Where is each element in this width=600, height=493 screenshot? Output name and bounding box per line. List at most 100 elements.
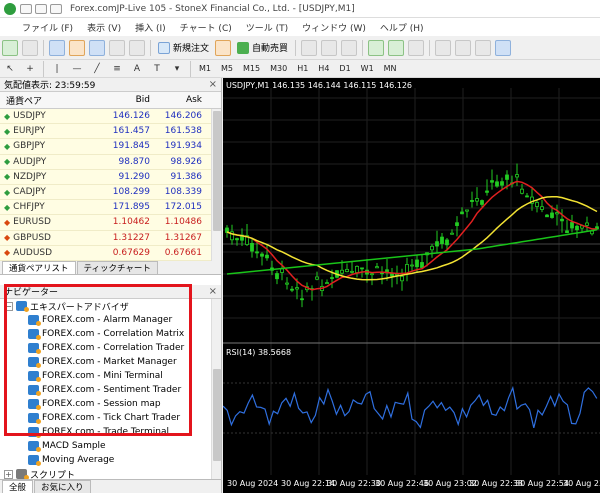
expert-item[interactable]: FOREX.com - Alarm Manager [0, 313, 221, 327]
data-window-icon[interactable] [69, 39, 85, 56]
metaeditor-icon[interactable] [215, 39, 232, 56]
candle-body [260, 253, 264, 257]
zoom-out-icon[interactable] [388, 39, 405, 56]
symbol-row[interactable]: ◆ CHFJPY 171.895 172.015 [0, 200, 221, 216]
zoom-in-icon[interactable] [368, 39, 385, 56]
expand-icon[interactable]: + [4, 469, 13, 479]
timeframe-m1[interactable]: M1 [194, 64, 216, 73]
expert-item[interactable]: FOREX.com - Trade Terminal [0, 425, 221, 439]
expert-item[interactable]: FOREX.com - Session map [0, 397, 221, 411]
market-watch-icon[interactable] [49, 39, 65, 56]
timeframe-h4[interactable]: H4 [313, 64, 334, 73]
quick-save-icon[interactable] [20, 3, 32, 14]
menu-view[interactable]: 表示 (V) [87, 21, 121, 34]
arrows-icon[interactable]: ▾ [169, 61, 185, 77]
expert-item[interactable]: FOREX.com - Tick Chart Trader [0, 411, 221, 425]
menu-help[interactable]: ヘルプ (H) [380, 21, 424, 34]
label-icon[interactable]: T [149, 61, 165, 77]
quick-undo-icon[interactable] [35, 3, 47, 14]
tree-group-scripts[interactable]: + スクリプト [0, 467, 221, 479]
symbol-row[interactable]: ◆ AUDUSD 0.67629 0.67661 [0, 245, 221, 261]
tile-windows-icon[interactable] [408, 39, 425, 56]
candle-body [295, 287, 299, 290]
scrollbar-thumb[interactable] [213, 111, 221, 231]
navigator-scrollbar[interactable] [211, 299, 221, 479]
profiles-icon[interactable] [22, 39, 38, 56]
market-watch-columns: 通貨ペア Bid Ask [0, 92, 221, 109]
expert-item[interactable]: FOREX.com - Correlation Trader [0, 341, 221, 355]
expert-item[interactable]: FOREX.com - Sentiment Trader [0, 383, 221, 397]
new-chart-icon[interactable] [2, 39, 18, 56]
collapse-icon[interactable]: − [4, 301, 13, 311]
timeframe-m5[interactable]: M5 [216, 64, 238, 73]
timeframe-m15[interactable]: M15 [238, 64, 265, 73]
indicators-icon[interactable] [475, 39, 492, 56]
expert-label: FOREX.com - Tick Chart Trader [42, 413, 181, 423]
chart-window[interactable]: USDJPY,M1 146.135 146.144 146.115 146.12… [223, 78, 600, 493]
menu-chart[interactable]: チャート (C) [180, 21, 232, 34]
symbol-row[interactable]: ◆ EURUSD 1.10462 1.10486 [0, 215, 221, 231]
new-order-label: 新規注文 [173, 44, 210, 54]
timeframe-m30[interactable]: M30 [265, 64, 292, 73]
timeframe-d1[interactable]: D1 [334, 64, 355, 73]
expert-item[interactable]: MACD Sample [0, 439, 221, 453]
timeframe-h1[interactable]: H1 [292, 64, 313, 73]
symbol-row[interactable]: ◆ EURJPY 161.457 161.538 [0, 124, 221, 140]
symbol-row[interactable]: ◆ GBPUSD 1.31227 1.31267 [0, 230, 221, 246]
time-label: 30 Aug 22:54 [515, 479, 569, 488]
navigator-icon[interactable] [89, 39, 105, 56]
quick-redo-icon[interactable] [50, 3, 62, 14]
tab-favorites[interactable]: お気に入り [34, 480, 91, 493]
horizontal-line-icon[interactable]: — [69, 61, 85, 77]
menu-insert[interactable]: 挿入 (I) [135, 21, 166, 34]
market-watch-scrollbar[interactable] [211, 109, 221, 261]
menu-tools[interactable]: ツール (T) [246, 21, 288, 34]
symbol-row[interactable]: ◆ CADJPY 108.299 108.339 [0, 184, 221, 201]
crosshair-icon[interactable]: + [22, 61, 38, 77]
menu-file[interactable]: ファイル (F) [22, 21, 73, 34]
cursor-icon[interactable]: ↖ [2, 61, 18, 77]
trendline-icon[interactable]: ╱ [89, 61, 105, 77]
line-chart-icon[interactable] [341, 39, 358, 56]
column-symbol[interactable]: 通貨ペア [0, 94, 100, 107]
tree-group-experts[interactable]: − エキスパートアドバイザ [0, 299, 221, 313]
close-icon[interactable]: × [209, 286, 217, 297]
channel-icon[interactable]: ≡ [109, 61, 125, 77]
symbol-row[interactable]: ◆ AUDJPY 98.870 98.926 [0, 154, 221, 170]
close-icon[interactable]: × [209, 79, 217, 90]
auto-trading-button[interactable]: 自動売買 [233, 41, 292, 54]
expert-item[interactable]: FOREX.com - Mini Terminal [0, 369, 221, 383]
scrollbar-thumb[interactable] [213, 369, 221, 461]
timeframe-mn[interactable]: MN [379, 64, 402, 73]
symbol-row[interactable]: ◆ GBPJPY 191.845 191.934 [0, 139, 221, 155]
text-icon[interactable]: A [129, 61, 145, 77]
expert-item[interactable]: FOREX.com - Market Manager [0, 355, 221, 369]
menu-bar: ファイル (F) 表示 (V) 挿入 (I) チャート (C) ツール (T) … [0, 18, 600, 36]
periods-icon[interactable] [495, 39, 512, 56]
price-chart[interactable] [223, 78, 600, 475]
tab-tick-chart[interactable]: ティックチャート [76, 261, 158, 274]
menu-window[interactable]: ウィンドウ (W) [302, 21, 366, 34]
column-ask[interactable]: Ask [150, 95, 202, 105]
separator [295, 39, 297, 56]
symbol-name: USDJPY [13, 111, 46, 122]
expert-item[interactable]: FOREX.com - Correlation Matrix [0, 327, 221, 341]
new-order-button[interactable]: 新規注文 [154, 41, 213, 54]
tester-icon[interactable] [129, 39, 145, 56]
candle-chart-icon[interactable] [321, 39, 338, 56]
expert-label: FOREX.com - Mini Terminal [42, 371, 163, 381]
column-bid[interactable]: Bid [100, 95, 150, 105]
expert-item[interactable]: Moving Average [0, 453, 221, 467]
timeframe-w1[interactable]: W1 [356, 64, 379, 73]
autoscroll-icon[interactable] [435, 39, 452, 56]
tab-common[interactable]: 全般 [2, 480, 34, 493]
candle-body [525, 195, 529, 198]
symbol-row[interactable]: ◆ NZDJPY 91.290 91.386 [0, 169, 221, 185]
vertical-line-icon[interactable]: | [49, 61, 65, 77]
tab-symbols[interactable]: 通貨ペアリスト [2, 261, 76, 274]
terminal-icon[interactable] [109, 39, 125, 56]
symbol-row[interactable]: ◆ USDJPY 146.126 146.206 [0, 109, 221, 125]
bar-chart-icon[interactable] [301, 39, 318, 56]
candle-body [250, 243, 254, 252]
chart-shift-icon[interactable] [455, 39, 472, 56]
